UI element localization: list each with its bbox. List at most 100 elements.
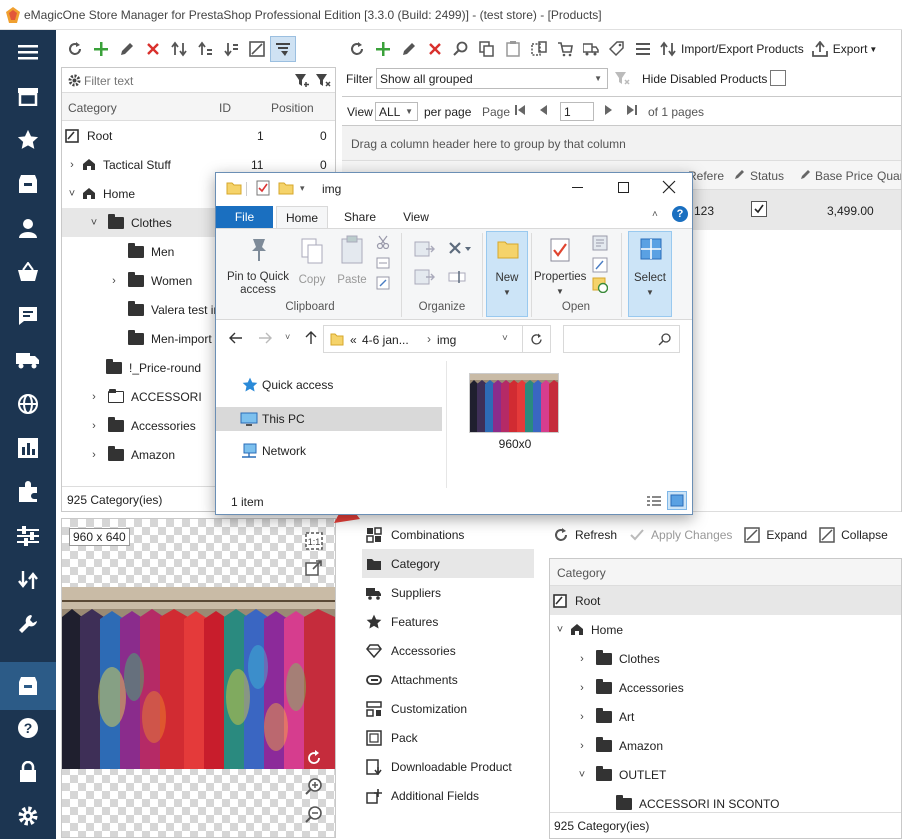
globe-icon[interactable] [0,382,56,426]
new-folder-icon[interactable] [278,181,294,195]
open-icon[interactable] [592,235,608,251]
open-external-icon[interactable] [305,559,323,577]
subsection-features[interactable]: Features [362,607,534,636]
move-updown-icon[interactable] [166,36,192,62]
chevron-down-icon[interactable]: ˅ [554,624,566,636]
rotate-icon[interactable] [305,749,323,767]
menu-icon[interactable] [0,30,56,74]
copy-path-icon[interactable] [376,257,390,269]
filter-clear-icon[interactable] [614,71,630,85]
address-current[interactable]: img [437,333,456,347]
column-status[interactable]: Status [750,169,784,183]
minimize-icon[interactable] [572,187,583,188]
tab-share[interactable]: Share [334,206,386,228]
column-quantity[interactable]: Quan [877,169,902,183]
maximize-icon[interactable] [618,182,629,193]
user-icon[interactable] [0,206,56,250]
column-reference[interactable]: Refere [688,169,724,183]
puzzle-icon[interactable] [0,470,56,514]
copy-to-icon[interactable] [414,269,436,285]
column-category[interactable]: Category [557,566,606,580]
chevron-right-icon[interactable]: › [576,740,588,752]
tab-view[interactable]: View [390,206,442,228]
basket-icon[interactable] [0,250,56,294]
move-down-icon[interactable] [218,36,244,62]
subsection-attachments[interactable]: Attachments [362,665,534,694]
view-select[interactable]: ALL ▼ [375,102,418,121]
group-by-area[interactable]: Drag a column header here to group by th… [342,126,902,161]
archive-icon[interactable] [0,662,56,710]
subsection-pack[interactable]: Pack [362,723,534,752]
chevron-right-icon[interactable]: › [576,682,588,694]
move-to-icon[interactable] [414,241,436,257]
cut-icon[interactable] [376,235,390,249]
chevron-right-icon[interactable]: › [576,711,588,723]
select-button[interactable]: Select ▼ [628,231,672,317]
subsection-customization[interactable]: Customization [362,694,534,723]
tree-row-root[interactable]: Root 1 0 [62,121,334,150]
image-edit-icon[interactable] [244,36,270,62]
zoom-out-icon[interactable] [305,805,323,823]
zoom-in-icon[interactable] [305,777,323,795]
up-icon[interactable] [304,331,318,345]
details-view-icon[interactable] [646,494,662,508]
gear-icon[interactable] [0,794,56,838]
hide-disabled-checkbox[interactable] [770,70,786,86]
next-page-icon[interactable] [604,104,614,116]
search-icon[interactable] [448,36,474,62]
new-button[interactable]: New ▼ [486,231,528,317]
truck-icon[interactable] [0,338,56,382]
edit-icon[interactable] [396,36,422,62]
properties-button[interactable]: Properties ▼ [534,233,586,299]
delete-x-icon[interactable] [448,241,472,257]
chevron-right-icon[interactable]: › [88,391,100,403]
paste-icon[interactable] [500,36,526,62]
refresh-button[interactable] [523,325,551,353]
nav-network[interactable]: Network [216,439,442,463]
prev-page-icon[interactable] [538,104,548,116]
tree-row-home[interactable]: ˅ Home [550,615,901,644]
cart-icon[interactable] [552,36,578,62]
edit-icon[interactable] [114,36,140,62]
column-category[interactable]: Category [68,101,117,115]
tree-row-root[interactable]: Root [550,586,901,615]
properties-check-icon[interactable] [256,180,270,196]
apply-changes-button[interactable]: Apply Changes [629,527,732,543]
address-bar[interactable]: « 4-6 jan... › img ˅ [323,325,523,353]
chevron-down-icon[interactable]: ˅ [502,333,508,344]
gear-icon[interactable] [68,74,81,87]
chevron-right-icon[interactable]: › [108,275,120,287]
refresh-button[interactable]: Refresh [553,527,617,543]
copy-button[interactable]: Copy [294,233,330,299]
store-icon[interactable] [0,74,56,118]
wrench-icon[interactable] [0,602,56,646]
paste-shortcut-icon[interactable] [376,276,390,290]
nav-this-pc[interactable]: This PC [216,407,442,431]
lock-icon[interactable] [0,750,56,794]
add-icon[interactable] [370,36,396,62]
page-input[interactable]: 1 [560,102,594,121]
paste-button[interactable]: Paste [332,233,372,299]
delete-icon[interactable] [422,36,448,62]
refresh-icon[interactable] [62,36,88,62]
collapse-button[interactable]: Collapse [819,527,888,543]
chevron-down-icon[interactable]: ▾ [300,183,305,194]
chevron-right-icon[interactable]: › [66,159,78,171]
import-export-button[interactable]: Import/Export Products [656,36,808,62]
tree-row-accessori-in-sconto[interactable]: ACCESSORI IN SCONTO [550,789,901,812]
column-position[interactable]: Position [271,101,314,115]
settings-list-icon[interactable] [630,36,656,62]
subsection-category[interactable]: Category [362,549,534,578]
history-icon[interactable] [592,277,608,293]
address-parent[interactable]: 4-6 jan... [362,333,409,347]
chevron-down-icon[interactable]: ˅ [88,217,100,229]
arrows-icon[interactable] [0,558,56,602]
status-checkbox[interactable] [751,201,767,217]
tree-row-accessories[interactable]: › Accessories [550,673,901,702]
tags-icon[interactable] [604,36,630,62]
tree-row-amazon[interactable]: › Amazon [550,731,901,760]
duplicate-icon[interactable] [526,36,552,62]
filter-add-icon[interactable] [294,73,310,87]
copy-icon[interactable] [474,36,500,62]
search-box[interactable] [563,325,680,353]
